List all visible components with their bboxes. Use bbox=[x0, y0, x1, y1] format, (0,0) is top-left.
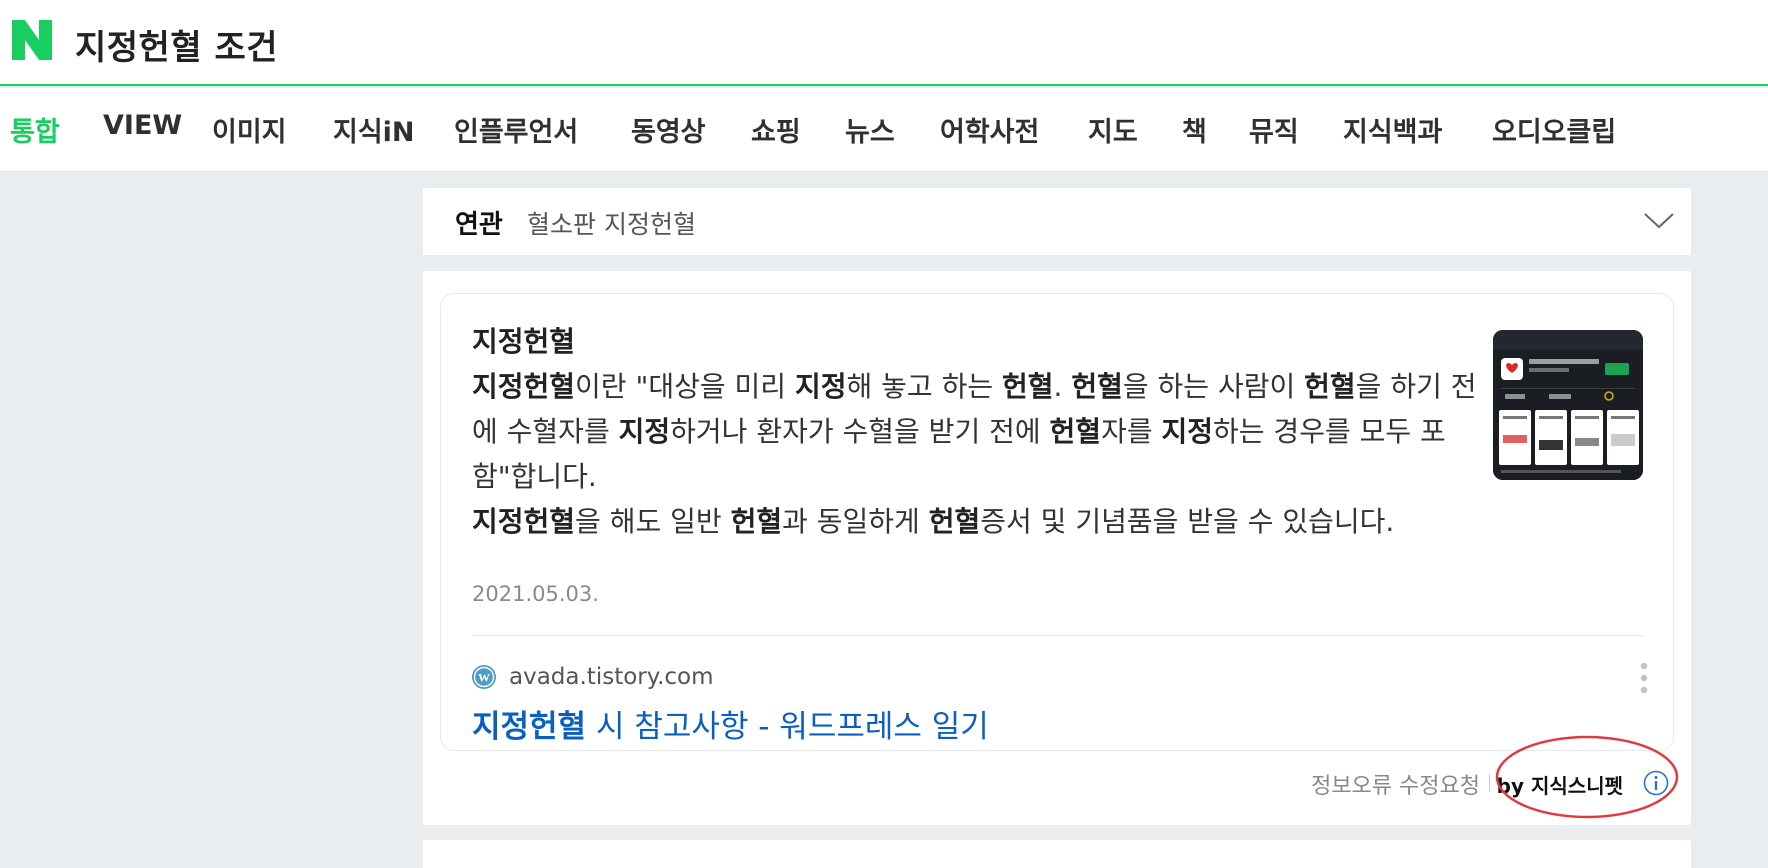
related-searches: 연관 혈소판 지정헌혈 bbox=[423, 188, 1691, 255]
snippet-keyword: 지정 bbox=[618, 415, 671, 448]
tab-influencer[interactable]: 인플루언서 bbox=[454, 110, 578, 149]
snippet-keyword: 지정 bbox=[794, 370, 847, 403]
snippet-text: 과 동일하게 bbox=[782, 505, 929, 538]
search-tabs: 통합 VIEW 이미지 지식iN 인플루언서 동영상 쇼핑 뉴스 어학사전 지도… bbox=[0, 88, 1768, 172]
source-site-url[interactable]: avada.tistory.com bbox=[509, 664, 714, 690]
snippet-text: 하거나 환자가 수혈을 받기 전에 bbox=[670, 415, 1050, 448]
more-options-icon[interactable] bbox=[1637, 660, 1651, 696]
tab-integrated[interactable]: 통합 bbox=[10, 110, 60, 149]
tab-audioclip[interactable]: 오디오클립 bbox=[1492, 110, 1616, 149]
snippet-source-label: by 지식스니펫 bbox=[1496, 774, 1623, 798]
snippet-keyword: 지정헌혈 bbox=[472, 505, 576, 538]
report-error-link[interactable]: 정보오류 수정요청 bbox=[1311, 768, 1480, 800]
snippet-text: 증서 및 기념품을 받을 수 있습니다. bbox=[980, 505, 1395, 538]
tab-video[interactable]: 동영상 bbox=[631, 110, 706, 149]
link-keyword: 지정헌혈 bbox=[472, 709, 587, 745]
tab-knowledge-in[interactable]: 지식iN bbox=[333, 110, 415, 149]
naver-logo-icon[interactable] bbox=[12, 20, 52, 60]
snippet-card: 지정헌혈 지정헌혈이란 "대상을 미리 지정해 놓고 하는 헌혈. 헌혈을 하는… bbox=[440, 293, 1674, 751]
footer-separator bbox=[1489, 774, 1490, 792]
result-title-link[interactable]: 지정헌혈 시 참고사항 - 워드프레스 일기 bbox=[472, 701, 989, 746]
snippet-text: 을 하는 사람이 bbox=[1122, 370, 1305, 403]
snippet-text: . bbox=[1053, 370, 1072, 403]
divider bbox=[472, 635, 1643, 636]
svg-text:W: W bbox=[478, 671, 490, 685]
snippet-text: 자를 bbox=[1101, 415, 1162, 448]
snippet-text: 을 해도 일반 bbox=[575, 505, 731, 538]
tab-music[interactable]: 뮤직 bbox=[1249, 110, 1299, 149]
search-query[interactable]: 지정헌혈 조건 bbox=[75, 20, 278, 69]
tab-view[interactable]: VIEW bbox=[103, 110, 182, 141]
related-label: 연관 bbox=[455, 210, 503, 240]
snippet-keyword: 헌혈 bbox=[1049, 415, 1102, 448]
tab-shopping[interactable]: 쇼핑 bbox=[751, 110, 801, 149]
snippet-keyword: 헌혈 bbox=[1304, 370, 1356, 403]
snippet-date: 2021.05.03. bbox=[472, 582, 599, 606]
knowledge-snippet-panel: 지정헌혈 지정헌혈이란 "대상을 미리 지정해 놓고 하는 헌혈. 헌혈을 하는… bbox=[423, 271, 1691, 825]
snippet-text: 이란 "대상을 미리 bbox=[575, 370, 795, 403]
snippet-text: 해 놓고 하는 bbox=[846, 370, 1002, 403]
chevron-down-icon[interactable] bbox=[1641, 202, 1677, 238]
related-term[interactable]: 혈소판 지정헌혈 bbox=[527, 205, 696, 241]
snippet-keyword: 헌혈 bbox=[1002, 370, 1054, 403]
snippet-footer: 정보오류 수정요청 by 지식스니펫 bbox=[1177, 735, 1679, 819]
snippet-body: 지정헌혈이란 "대상을 미리 지정해 놓고 하는 헌혈. 헌혈을 하는 사람이 … bbox=[472, 364, 1492, 544]
snippet-keyword: 지정헌혈 bbox=[472, 370, 576, 403]
tab-books[interactable]: 책 bbox=[1182, 110, 1207, 149]
snippet-thumbnail[interactable] bbox=[1493, 330, 1643, 480]
snippet-keyword: 지정 bbox=[1161, 415, 1214, 448]
next-result-panel bbox=[423, 840, 1691, 868]
snippet-title: 지정헌혈 bbox=[472, 325, 576, 358]
info-icon[interactable] bbox=[1643, 770, 1669, 796]
snippet-keyword: 헌혈 bbox=[1071, 370, 1123, 403]
tab-news[interactable]: 뉴스 bbox=[845, 110, 895, 149]
tab-encyclopedia[interactable]: 지식백과 bbox=[1343, 110, 1442, 149]
tab-dictionary[interactable]: 어학사전 bbox=[940, 110, 1039, 149]
app-screenshot-image bbox=[1493, 330, 1643, 480]
wordpress-icon: W bbox=[472, 665, 496, 689]
link-text: 시 참고사항 - 워드프레스 일기 bbox=[586, 709, 989, 745]
tab-images[interactable]: 이미지 bbox=[212, 110, 287, 149]
search-header: 지정헌혈 조건 bbox=[0, 0, 1768, 86]
tab-map[interactable]: 지도 bbox=[1088, 110, 1138, 149]
snippet-keyword: 헌혈 bbox=[730, 505, 783, 538]
snippet-keyword: 헌혈 bbox=[928, 505, 981, 538]
